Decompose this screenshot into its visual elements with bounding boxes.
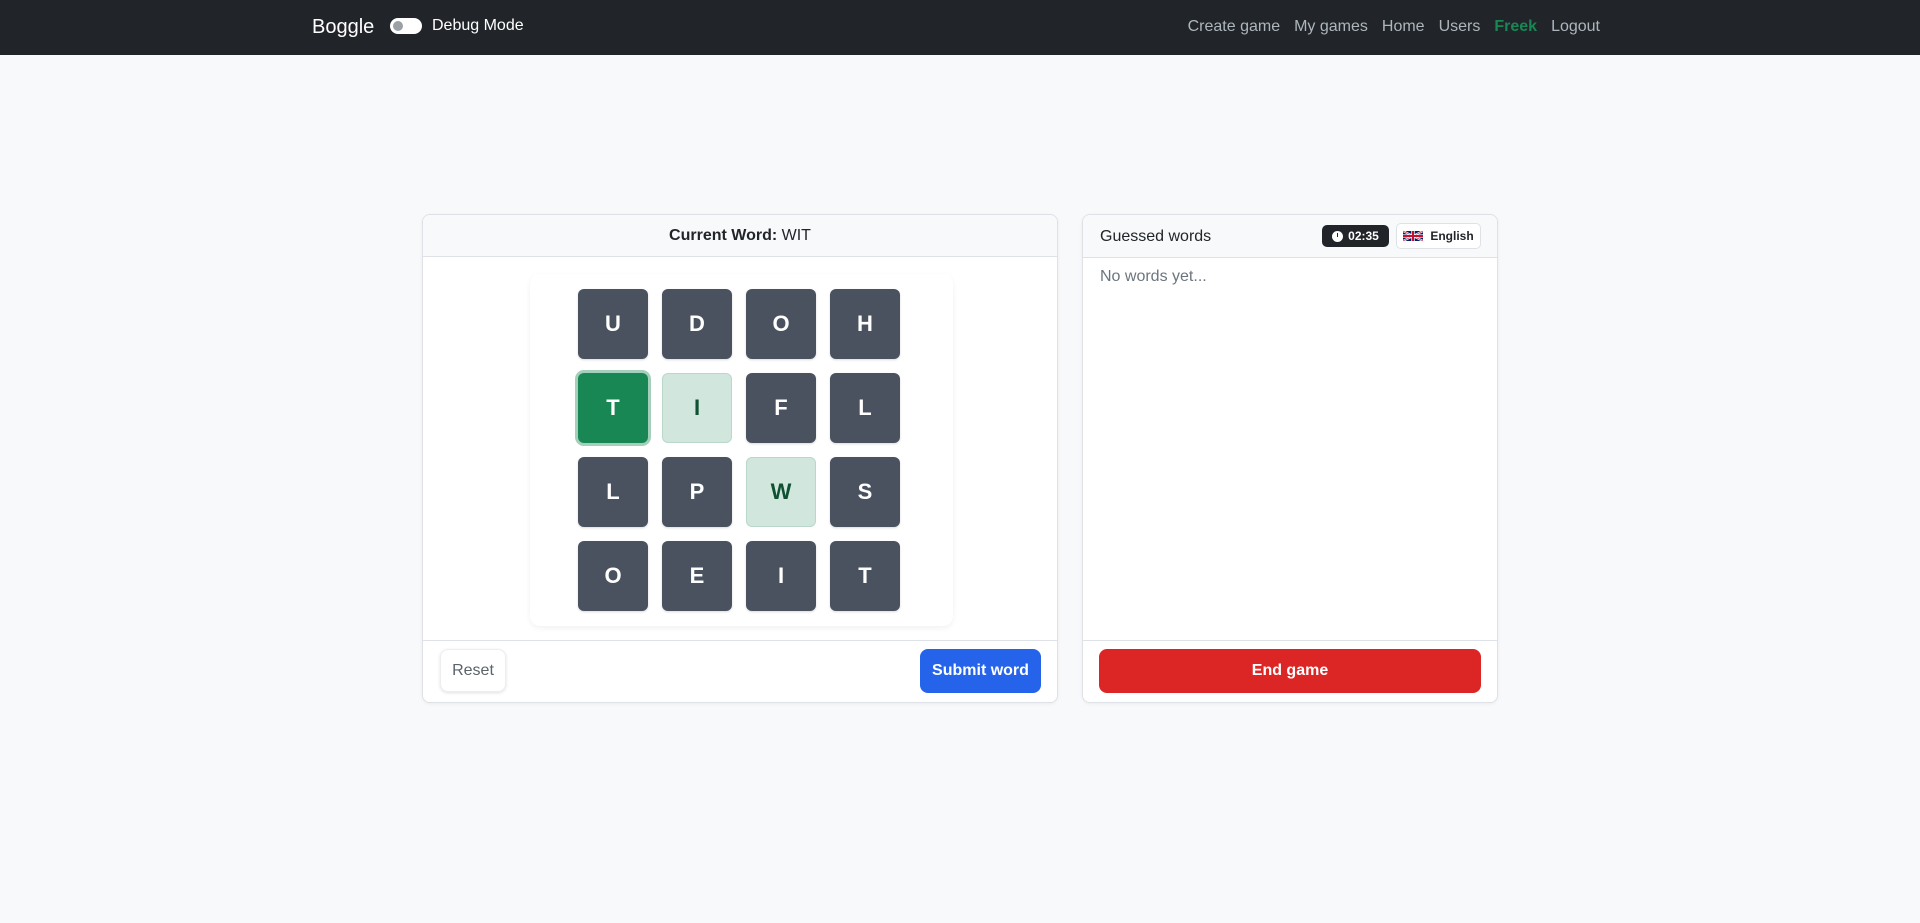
board-tile[interactable]: O	[578, 541, 648, 611]
board-tile[interactable]: P	[662, 457, 732, 527]
current-word-display: Current Word: WIT	[423, 215, 1057, 257]
current-word-label: Current Word:	[669, 227, 778, 244]
game-card: Current Word: WIT U D O H T I F L L P W …	[422, 214, 1058, 703]
navbar: Boggle Debug Mode Create game My games H…	[0, 0, 1920, 55]
board-tile[interactable]: I	[662, 373, 732, 443]
language-label: English	[1430, 229, 1474, 243]
nav-links: Create game My games Home Users Freek Lo…	[1181, 16, 1600, 38]
nav-link-current-user[interactable]: Freek	[1487, 16, 1544, 38]
nav-link-users[interactable]: Users	[1432, 16, 1488, 38]
guessed-words-footer: End game	[1083, 640, 1497, 702]
board-tile[interactable]: O	[746, 289, 816, 359]
reset-button[interactable]: Reset	[440, 649, 506, 692]
board-tile[interactable]: T	[830, 541, 900, 611]
board-tile[interactable]: L	[578, 457, 648, 527]
game-card-footer: Reset Submit word	[423, 640, 1057, 702]
board-tile[interactable]: D	[662, 289, 732, 359]
clock-icon	[1332, 230, 1344, 242]
nav-link-create-game[interactable]: Create game	[1181, 16, 1288, 38]
nav-link-home[interactable]: Home	[1375, 16, 1432, 38]
board-tile[interactable]: S	[830, 457, 900, 527]
board-tile[interactable]: F	[746, 373, 816, 443]
board-tile[interactable]: E	[662, 541, 732, 611]
brand-logo[interactable]: Boggle	[312, 14, 374, 40]
uk-flag-icon	[1403, 230, 1424, 242]
boggle-board: U D O H T I F L L P W S O E I T	[530, 274, 953, 626]
current-word-value: WIT	[781, 227, 811, 244]
guessed-words-card: Guessed words 02:35 English No words yet…	[1082, 214, 1498, 703]
board-tile[interactable]: W	[746, 457, 816, 527]
board-tile[interactable]: T	[578, 373, 648, 443]
timer-badge: 02:35	[1322, 225, 1389, 247]
guessed-words-header: Guessed words 02:35 English	[1083, 215, 1497, 258]
board-tile[interactable]: L	[830, 373, 900, 443]
debug-mode-toggle[interactable]: Debug Mode	[390, 17, 524, 35]
guessed-words-empty: No words yet...	[1100, 268, 1207, 285]
end-game-button[interactable]: End game	[1099, 649, 1481, 693]
board-tile[interactable]: I	[746, 541, 816, 611]
toggle-switch-icon[interactable]	[390, 18, 422, 34]
nav-link-my-games[interactable]: My games	[1287, 16, 1375, 38]
nav-link-logout[interactable]: Logout	[1544, 16, 1600, 38]
timer-value: 02:35	[1348, 229, 1379, 243]
debug-mode-label: Debug Mode	[432, 17, 524, 34]
board-tile[interactable]: H	[830, 289, 900, 359]
guessed-words-title: Guessed words	[1100, 228, 1212, 245]
board-tile[interactable]: U	[578, 289, 648, 359]
submit-word-button[interactable]: Submit word	[920, 649, 1041, 693]
language-button[interactable]: English	[1396, 223, 1481, 249]
current-word-header: Current Word: WIT	[423, 215, 1057, 257]
